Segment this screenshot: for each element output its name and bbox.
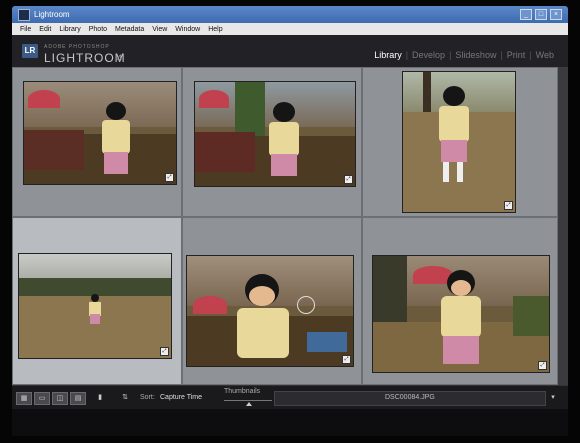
thumbnail-slider-handle[interactable] [246,402,252,406]
minimize-button[interactable]: _ [520,9,532,20]
window-title: Lightroom [34,10,70,19]
brand-version: 4 [117,53,123,63]
grid-cell[interactable]: ⤢ [182,217,362,385]
thumbnail-size-slider[interactable] [224,400,272,401]
compare-view-icon[interactable]: ◫ [52,392,68,405]
photo-badge-icon: ⤢ [342,355,351,364]
menu-help[interactable]: Help [208,26,222,33]
module-develop[interactable]: Develop [408,50,449,60]
grid-cell-selected[interactable]: ⤢ [12,217,182,385]
app-screen: Lightroom _ □ × File Edit Library Photo … [12,6,568,436]
menu-library[interactable]: Library [59,26,80,33]
sort-label: Sort: [140,394,155,401]
thumbnail-photo[interactable]: ⤢ [19,254,171,358]
menu-file[interactable]: File [20,26,31,33]
thumbnail-photo[interactable]: ⤢ [195,82,355,186]
loupe-view-icon[interactable]: ▭ [34,392,50,405]
module-picker: Library | Develop | Slideshow | Print | … [370,50,558,60]
identity-plate: LR ADOBE PHOTOSHOP LIGHTROOM 4 Library |… [12,35,568,67]
photo-badge-icon: ⤢ [160,347,169,356]
grid-cell[interactable]: ⤢ [362,217,558,385]
thumbnail-photo[interactable]: ⤢ [187,256,353,366]
grid-cell[interactable]: ⤢ [12,67,182,217]
module-library[interactable]: Library [370,50,406,60]
grid-cell[interactable]: ⤢ [362,67,558,217]
toolbar-menu-icon[interactable]: ▾ [548,392,558,403]
sort-direction-icon[interactable]: ⇅ [120,392,130,403]
sort-value[interactable]: Capture Time [160,394,202,401]
menu-photo[interactable]: Photo [89,26,107,33]
photo-badge-icon: ⤢ [538,361,547,370]
module-web[interactable]: Web [532,50,558,60]
survey-view-icon[interactable]: ▤ [70,392,86,405]
menu-bar: File Edit Library Photo Metadata View Wi… [12,23,568,35]
close-button[interactable]: × [550,9,562,20]
photo-badge-icon: ⤢ [165,173,174,182]
menu-view[interactable]: View [152,26,167,33]
brand-title: LIGHTROOM [44,51,126,65]
thumbnail-photo[interactable]: ⤢ [24,82,176,184]
grid-cell[interactable]: ⤢ [182,67,362,217]
photo-badge-icon: ⤢ [504,201,513,210]
photo-badge-icon: ⤢ [344,175,353,184]
filename-field: DSC00084.JPG [274,391,546,406]
spray-can-icon[interactable]: ▮ [96,392,104,403]
grid-view-icon[interactable]: ▦ [16,392,32,405]
module-print[interactable]: Print [503,50,530,60]
thumbnail-photo[interactable]: ⤢ [403,72,515,212]
module-slideshow[interactable]: Slideshow [451,50,500,60]
app-icon [18,8,30,21]
menu-edit[interactable]: Edit [39,26,51,33]
window-titlebar: Lightroom _ □ × [12,6,568,23]
menu-metadata[interactable]: Metadata [115,26,144,33]
thumbnails-label: Thumbnails [224,388,261,395]
filmstrip-area [12,409,568,436]
brand-subtitle: ADOBE PHOTOSHOP [44,44,110,50]
filename-text: DSC00084.JPG [385,394,435,401]
menu-window[interactable]: Window [175,26,200,33]
library-toolbar: ▦ ▭ ◫ ▤ ▮ ⇅ Sort: Capture Time Thumbnail… [12,385,568,410]
maximize-button[interactable]: □ [535,9,547,20]
library-grid: ⤢ ⤢ ⤢ ⤢ ⤢ ⤢ [12,67,568,385]
thumbnail-photo[interactable]: ⤢ [373,256,549,372]
lightroom-logo: LR [22,44,38,58]
